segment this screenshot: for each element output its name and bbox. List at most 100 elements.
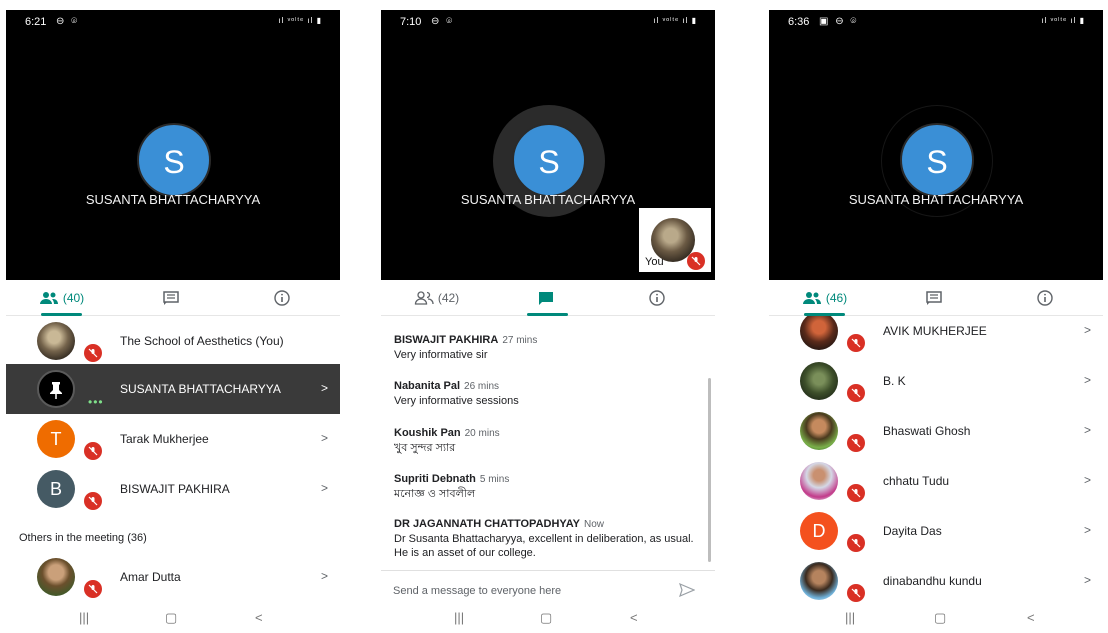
- tab-bar: (40): [6, 280, 340, 316]
- back-icon[interactable]: <: [255, 610, 263, 625]
- people-count: (46): [825, 291, 848, 305]
- network-icons: ıl ᵛᵒˡᵗᵉ ıl ▮: [278, 16, 322, 25]
- tab-chat[interactable]: [880, 280, 991, 316]
- chevron-right-icon: >: [1083, 523, 1091, 537]
- self-label: You: [645, 256, 664, 268]
- recents-icon[interactable]: |||: [845, 610, 855, 625]
- mic-off-icon: [687, 252, 705, 270]
- chat-message: Nabanita Pal 26 mins Very informative ses…: [394, 380, 700, 408]
- tab-info[interactable]: [991, 280, 1102, 316]
- screen-participants-1: 6:21 ⊖ ⌾ ıl ᵛᵒˡᵗᵉ ıl ▮ S SUSANTA BHATTAC…: [6, 0, 340, 633]
- participant-row[interactable]: Bhaswati Ghosh >: [769, 406, 1103, 456]
- participant-row[interactable]: Amar Dutta >: [6, 552, 340, 602]
- participant-row[interactable]: The School of Aesthetics (You): [6, 316, 340, 366]
- system-nav-bar: ||| ▢ <: [381, 610, 715, 633]
- home-icon[interactable]: ▢: [540, 610, 552, 626]
- participant-row[interactable]: B. K >: [769, 356, 1103, 406]
- mic-off-icon: [847, 334, 865, 352]
- participant-row[interactable]: T Tarak Mukherjee >: [6, 414, 340, 464]
- chevron-right-icon: >: [320, 381, 328, 395]
- message-sender: Nabanita Pal: [394, 380, 461, 392]
- tab-bar: (42): [381, 280, 715, 316]
- people-count: (42): [437, 291, 460, 305]
- participant-row[interactable]: chhatu Tudu >: [769, 456, 1103, 506]
- mic-off-icon: [84, 580, 102, 598]
- chat-message: Supriti Debnath 5 mins মনোজ্ঞ ও সাবলীল: [394, 473, 700, 501]
- network-icons: ıl ᵛᵒˡᵗᵉ ıl ▮: [1041, 16, 1085, 25]
- tab-chat[interactable]: [492, 280, 603, 316]
- self-view-tile[interactable]: You: [639, 208, 711, 272]
- participant-row[interactable]: ••• SUSANTA BHATTACHARYYA >: [6, 364, 340, 414]
- chevron-right-icon: >: [1083, 473, 1091, 487]
- status-time: 7:10: [400, 16, 422, 28]
- chevron-right-icon: >: [320, 481, 328, 495]
- message-sender: BISWAJIT PAKHIRA: [394, 334, 499, 346]
- video-area: 6:36 ▣ ⊖ ⌾ ıl ᵛᵒˡᵗᵉ ıl ▮ S SUSANTA BHATT…: [769, 10, 1103, 280]
- people-icon: [802, 292, 821, 304]
- participant-name: AVIK MUKHERJEE: [883, 324, 987, 338]
- chevron-right-icon: >: [1083, 373, 1091, 387]
- message-sender: Koushik Pan: [394, 427, 461, 439]
- chevron-right-icon: >: [320, 431, 328, 445]
- tab-people[interactable]: (46): [769, 280, 880, 316]
- speaker-avatar: S: [900, 123, 974, 197]
- participant-name: Amar Dutta: [120, 570, 181, 584]
- mic-off-icon: [847, 584, 865, 602]
- avatar: D: [800, 512, 838, 550]
- message-time: 27 mins: [502, 335, 538, 346]
- avatar: [800, 412, 838, 450]
- participant-row[interactable]: AVIK MUKHERJEE >: [769, 316, 1103, 356]
- participant-name: Bhaswati Ghosh: [883, 424, 971, 438]
- chat-scrollbar[interactable]: [708, 378, 711, 562]
- status-icons: ⊖ ⌾: [431, 16, 455, 27]
- participant-name: Dayita Das: [883, 524, 942, 538]
- status-bar: 6:36 ▣ ⊖ ⌾ ıl ᵛᵒˡᵗᵉ ıl ▮: [769, 10, 1103, 38]
- tab-chat[interactable]: [117, 280, 228, 316]
- chat-messages[interactable]: BISWAJIT PAKHIRA 27 mins Very informative…: [381, 316, 715, 566]
- speaker-avatar: S: [137, 123, 211, 197]
- participant-name: The School of Aesthetics (You): [120, 334, 284, 348]
- participant-name: SUSANTA BHATTACHARYYA: [120, 382, 281, 396]
- mic-off-icon: [847, 384, 865, 402]
- tab-info[interactable]: [603, 280, 714, 316]
- back-icon[interactable]: <: [1027, 610, 1035, 625]
- status-time: 6:36: [788, 16, 810, 28]
- message-text: Dr Susanta Bhattacharyya, excellent in d…: [394, 533, 694, 559]
- tab-people[interactable]: (40): [6, 280, 117, 316]
- screen-participants-2: 6:36 ▣ ⊖ ⌾ ıl ᵛᵒˡᵗᵉ ıl ▮ S SUSANTA BHATT…: [769, 0, 1103, 633]
- info-icon: [273, 290, 290, 306]
- speaker-name: SUSANTA BHATTACHARYYA: [848, 192, 1024, 207]
- status-icons: ⊖ ⌾: [56, 16, 80, 27]
- participant-row[interactable]: D Dayita Das >: [769, 506, 1103, 556]
- video-area: 7:10 ⊖ ⌾ ıl ᵛᵒˡᵗᵉ ıl ▮ S SUSANTA BHATTAC…: [381, 10, 715, 280]
- home-icon[interactable]: ▢: [165, 610, 177, 626]
- participant-name: Tarak Mukherjee: [120, 432, 209, 446]
- message-time: Now: [584, 519, 605, 530]
- message-time: 20 mins: [464, 428, 500, 439]
- chevron-right-icon: >: [1083, 573, 1091, 587]
- home-icon[interactable]: ▢: [934, 610, 946, 626]
- participant-list: AVIK MUKHERJEE > B. K > Bhaswati Ghosh >…: [769, 316, 1103, 610]
- chat-icon: [538, 292, 553, 305]
- tab-info[interactable]: [228, 280, 339, 316]
- avatar: [800, 562, 838, 600]
- recents-icon[interactable]: |||: [454, 610, 464, 625]
- participant-row[interactable]: B BISWAJIT PAKHIRA >: [6, 464, 340, 514]
- mic-off-icon: [847, 484, 865, 502]
- participant-row[interactable]: dinabandhu kundu >: [769, 556, 1103, 606]
- avatar: [37, 370, 75, 408]
- back-icon[interactable]: <: [630, 610, 638, 625]
- mic-off-icon: [84, 344, 102, 362]
- message-input[interactable]: [393, 581, 663, 601]
- message-text: Very informative sessions: [394, 395, 519, 407]
- info-icon: [1036, 290, 1053, 306]
- avatar: [37, 558, 75, 596]
- chat-icon: [162, 291, 179, 305]
- chat-message: BISWAJIT PAKHIRA 27 mins Very informative…: [394, 334, 700, 362]
- message-text: Very informative sir: [394, 349, 488, 361]
- chat-message: DR JAGANNATH CHATTOPADHYAY Now Dr Susanta…: [394, 518, 700, 560]
- network-icons: ıl ᵛᵒˡᵗᵉ ıl ▮: [653, 16, 697, 25]
- recents-icon[interactable]: |||: [79, 610, 89, 625]
- send-icon[interactable]: [679, 583, 695, 597]
- tab-people[interactable]: (42): [381, 280, 492, 316]
